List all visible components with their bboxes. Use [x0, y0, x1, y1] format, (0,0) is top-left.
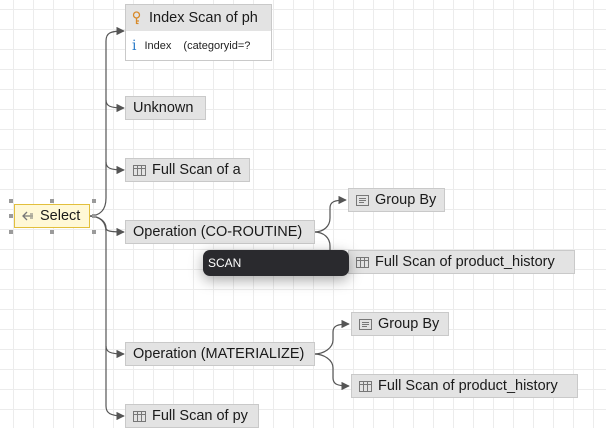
- full-scan-product-history-label: Full Scan of product_history: [378, 378, 558, 394]
- key-icon: [132, 11, 141, 25]
- group-by-icon: [356, 194, 369, 206]
- edge-select-unknown: [105, 99, 125, 113]
- resize-handle[interactable]: [9, 214, 13, 218]
- edge-select-materialize: [88, 215, 125, 359]
- edge-select-full-scan-a: [105, 161, 125, 175]
- scan-tooltip: SCAN: [203, 250, 349, 276]
- select-node[interactable]: Select: [14, 204, 90, 228]
- resize-handle[interactable]: [50, 199, 54, 203]
- group-by-node[interactable]: Group By: [348, 188, 445, 212]
- edge-select-index-scan: [88, 26, 125, 217]
- arrow-left-icon: [22, 211, 34, 221]
- resize-handle[interactable]: [92, 230, 96, 234]
- group-by-node[interactable]: Group By: [351, 312, 449, 336]
- group-by-label: Group By: [378, 316, 440, 332]
- materialize-label: Operation (MATERIALIZE): [133, 346, 305, 362]
- index-scan-detail: i Index (categoryid=?: [126, 31, 271, 61]
- unknown-node[interactable]: Unknown: [125, 96, 206, 120]
- tooltip-text: SCAN: [208, 256, 242, 270]
- table-icon: [133, 164, 146, 176]
- full-scan-product-history-label: Full Scan of product_history: [375, 254, 555, 270]
- group-by-label: Group By: [375, 192, 437, 208]
- unknown-node-label: Unknown: [133, 100, 194, 116]
- index-detail-value: (categoryid=?: [183, 40, 251, 52]
- full-scan-a-label: Full Scan of a: [152, 162, 241, 178]
- full-scan-product-history-node[interactable]: Full Scan of product_history: [348, 250, 575, 274]
- index-scan-header: Index Scan of ph: [126, 5, 271, 31]
- select-node-label: Select: [40, 208, 81, 224]
- index-detail-key: Index: [144, 40, 172, 52]
- edge-materialize-full-scan: [313, 353, 350, 391]
- table-icon: [356, 256, 369, 268]
- co-routine-node[interactable]: Operation (CO-ROUTINE): [125, 220, 315, 244]
- materialize-node[interactable]: Operation (MATERIALIZE): [125, 342, 315, 366]
- full-scan-a-node[interactable]: Full Scan of a: [125, 158, 250, 182]
- resize-handle[interactable]: [9, 199, 13, 203]
- full-scan-product-history-node[interactable]: Full Scan of product_history: [351, 374, 578, 398]
- info-icon: i: [132, 38, 137, 54]
- full-scan-py-node[interactable]: Full Scan of py: [125, 404, 259, 428]
- edge-materialize-group-by: [313, 319, 350, 355]
- resize-handle[interactable]: [92, 199, 96, 203]
- table-icon: [359, 380, 372, 392]
- full-scan-py-label: Full Scan of py: [152, 408, 248, 424]
- resize-handle[interactable]: [9, 230, 13, 234]
- edge-co-routine-group-by: [313, 195, 347, 233]
- co-routine-label: Operation (CO-ROUTINE): [133, 224, 303, 240]
- index-scan-title: Index Scan of ph: [149, 10, 258, 26]
- resize-handle[interactable]: [92, 214, 96, 218]
- edge-select-full-scan-py: [105, 346, 125, 421]
- index-scan-card[interactable]: Index Scan of ph i Index (categoryid=?: [125, 4, 272, 61]
- group-by-icon: [359, 318, 372, 330]
- edge-co-routine-full-scan: [313, 231, 331, 252]
- resize-handle[interactable]: [50, 230, 54, 234]
- table-icon: [133, 410, 146, 422]
